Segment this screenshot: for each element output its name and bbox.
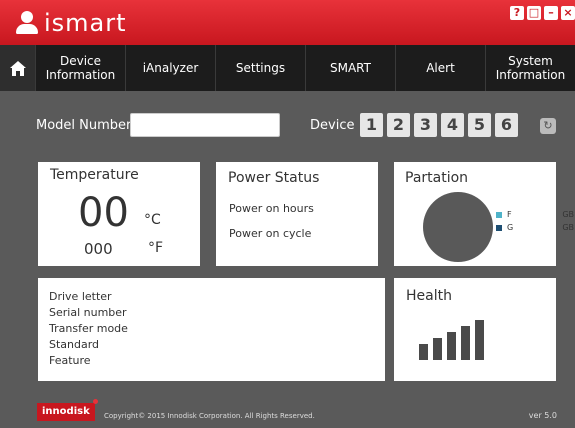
tab-smart[interactable]: SMART xyxy=(306,45,396,91)
transfer-mode-label: Transfer mode xyxy=(49,322,128,335)
tab-alert[interactable]: Alert xyxy=(396,45,486,91)
model-number-label: Model Number xyxy=(36,118,132,133)
window-controls: ? □ – × xyxy=(510,6,575,20)
device-button-1[interactable]: 1 xyxy=(360,113,383,137)
legend-label-f: F xyxy=(507,210,512,219)
home-button[interactable] xyxy=(0,45,36,91)
legend-item-g: G GB xyxy=(496,223,574,232)
maximize-button[interactable]: □ xyxy=(527,6,541,20)
minimize-button[interactable]: – xyxy=(544,6,558,20)
tab-ianalyzer[interactable]: iAnalyzer xyxy=(126,45,216,91)
standard-label: Standard xyxy=(49,338,100,351)
legend-unit-f: GB xyxy=(562,210,574,219)
tab-label: Settings xyxy=(235,61,286,75)
tab-label: iAnalyzer xyxy=(142,61,199,75)
app-logo: ismart xyxy=(14,6,127,40)
device-button-6[interactable]: 6 xyxy=(495,113,518,137)
refresh-icon: ↻ xyxy=(543,119,553,132)
celsius-unit: °C xyxy=(144,212,161,228)
legend-swatch-f xyxy=(496,211,502,218)
tab-settings[interactable]: Settings xyxy=(216,45,306,91)
home-icon xyxy=(9,60,26,76)
power-on-cycle-label: Power on cycle xyxy=(229,227,312,240)
tab-device-information[interactable]: Device Information xyxy=(36,45,126,91)
tab-label: Device Information xyxy=(45,54,116,82)
temperature-title: Temperature xyxy=(50,167,139,183)
power-on-hours-label: Power on hours xyxy=(229,202,314,215)
close-button[interactable]: × xyxy=(561,6,575,20)
version-text: ver 5.0 xyxy=(528,411,557,420)
device-button-4[interactable]: 4 xyxy=(441,113,464,137)
tab-label: Alert xyxy=(426,61,455,75)
temperature-fahrenheit: 000 xyxy=(84,240,113,258)
temperature-panel: Temperature 00 °C 000 °F xyxy=(38,162,200,266)
legend-swatch-g xyxy=(496,224,502,231)
device-label: Device xyxy=(310,118,355,133)
health-bar xyxy=(461,326,470,360)
legend-label-g: G xyxy=(507,223,514,232)
power-status-panel: Power Status Power on hours Power on cyc… xyxy=(216,162,378,266)
tab-label: System Information xyxy=(495,54,566,82)
fahrenheit-unit: °F xyxy=(148,240,164,256)
health-title: Health xyxy=(406,288,452,304)
legend-item-f: F GB xyxy=(496,210,574,219)
user-icon xyxy=(14,10,40,36)
health-bar xyxy=(475,320,484,360)
health-bar xyxy=(419,344,428,360)
tab-label: SMART xyxy=(330,61,371,75)
help-button[interactable]: ? xyxy=(510,6,524,20)
device-selector: 1 2 3 4 5 6 xyxy=(360,113,518,137)
temperature-celsius: 00 xyxy=(78,190,129,236)
device-button-5[interactable]: 5 xyxy=(468,113,491,137)
legend-unit-g: GB xyxy=(562,223,574,232)
title-bar: ismart ? □ – × xyxy=(0,0,575,45)
serial-number-label: Serial number xyxy=(49,306,127,319)
health-bar xyxy=(447,332,456,360)
tab-system-information[interactable]: System Information xyxy=(486,45,575,91)
innodisk-logo: innodisk xyxy=(37,403,95,421)
health-bar xyxy=(433,338,442,360)
main-nav: Device Information iAnalyzer Settings SM… xyxy=(0,45,575,91)
partition-panel: Partation F GB G GB xyxy=(394,162,574,266)
power-status-title: Power Status xyxy=(228,170,320,186)
partition-title: Partation xyxy=(405,170,469,186)
copyright-text: Copyright© 2015 Innodisk Corporation. Al… xyxy=(104,412,315,420)
app-logo-text: ismart xyxy=(44,9,127,37)
logo-dot xyxy=(93,399,98,404)
partition-pie xyxy=(423,192,493,262)
device-button-3[interactable]: 3 xyxy=(414,113,437,137)
drive-letter-label: Drive letter xyxy=(49,290,112,303)
health-bars xyxy=(419,320,484,360)
health-panel: Health xyxy=(394,278,556,381)
device-button-2[interactable]: 2 xyxy=(387,113,410,137)
feature-label: Feature xyxy=(49,354,91,367)
refresh-button[interactable]: ↻ xyxy=(540,118,556,134)
drive-info-panel: Drive letter Serial number Transfer mode… xyxy=(38,278,385,381)
model-number-field[interactable] xyxy=(130,113,280,137)
